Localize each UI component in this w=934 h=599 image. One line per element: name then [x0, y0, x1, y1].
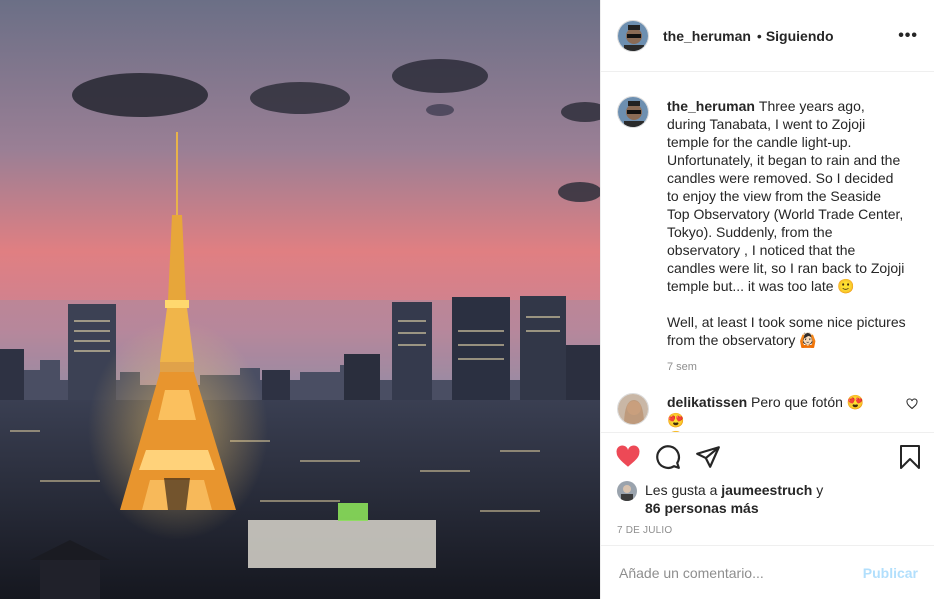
- caption-username[interactable]: the_heruman: [667, 98, 755, 114]
- following-button[interactable]: Siguiendo: [766, 28, 834, 44]
- paper-plane-icon[interactable]: [695, 444, 721, 470]
- likes-prefix: Les gusta a: [645, 482, 718, 498]
- caption-avatar[interactable]: [617, 96, 649, 128]
- commenter-avatar[interactable]: [617, 393, 649, 425]
- heart-outline-icon[interactable]: [906, 397, 918, 415]
- post-header: the_heruman • Siguiendo •••: [601, 0, 934, 72]
- commenter-username[interactable]: delikatissen: [667, 394, 747, 410]
- comment-item: delikatissen Pero que fotón 😍😍 😍: [617, 393, 918, 432]
- tokyo-tower-photo: [0, 0, 600, 599]
- comments-list[interactable]: the_heruman Three years ago, during Tanab…: [601, 72, 934, 432]
- post-actions-area: Les gusta a jaumeestruch y 86 personas m…: [601, 432, 934, 536]
- bookmark-icon[interactable]: [898, 444, 922, 470]
- caption-text: the_heruman Three years ago, during Tanab…: [667, 97, 907, 349]
- likes-and: y: [816, 482, 824, 498]
- liker-avatar[interactable]: [617, 481, 637, 501]
- separator-dot: •: [756, 27, 762, 44]
- heart-filled-icon[interactable]: [615, 444, 641, 470]
- author-username[interactable]: the_heruman: [663, 28, 751, 44]
- likes-summary: Les gusta a jaumeestruch y 86 personas m…: [601, 481, 934, 517]
- comment-input[interactable]: [617, 563, 863, 582]
- publish-button[interactable]: Publicar: [863, 565, 918, 581]
- caption-body: Three years ago, during Tanabata, I went…: [667, 98, 906, 348]
- comment-icon[interactable]: [655, 444, 681, 470]
- instagram-post: the_heruman • Siguiendo ••• the_heruman T…: [0, 0, 934, 599]
- post-side-panel: the_heruman • Siguiendo ••• the_heruman T…: [600, 0, 934, 599]
- liker-username[interactable]: jaumeestruch: [721, 482, 812, 498]
- author-avatar[interactable]: [617, 19, 649, 52]
- post-date[interactable]: 7 DE JULIO: [601, 517, 934, 536]
- caption-timestamp[interactable]: 7 sem: [667, 361, 918, 373]
- action-bar: [601, 433, 934, 481]
- post-caption: the_heruman Three years ago, during Tanab…: [617, 88, 918, 349]
- likes-count-link[interactable]: 86 personas más: [645, 500, 759, 516]
- add-comment-bar: Publicar: [601, 545, 934, 599]
- post-photo[interactable]: [0, 0, 600, 599]
- more-options-icon[interactable]: •••: [898, 27, 918, 45]
- comment-text: delikatissen Pero que fotón 😍😍 😍: [667, 393, 867, 432]
